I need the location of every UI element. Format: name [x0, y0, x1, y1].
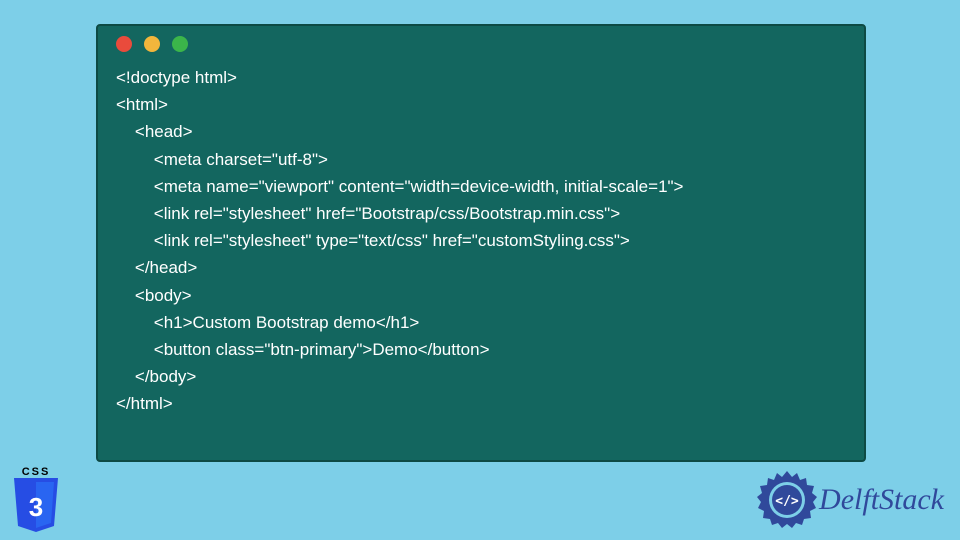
css3-label: CSS	[10, 466, 62, 478]
maximize-icon	[172, 36, 188, 52]
gear-icon: </>	[757, 470, 817, 530]
minimize-icon	[144, 36, 160, 52]
traffic-lights	[98, 36, 864, 64]
css3-logo: CSS 3	[10, 466, 62, 534]
code-window: <!doctype html> <html> <head> <meta char…	[96, 24, 866, 462]
delftstack-text: DelftStack	[819, 483, 944, 517]
css3-digit: 3	[29, 492, 43, 522]
delftstack-logo: </> DelftStack	[757, 470, 944, 530]
svg-text:</>: </>	[775, 494, 799, 509]
code-content: <!doctype html> <html> <head> <meta char…	[98, 64, 864, 417]
css3-shield-icon: 3	[11, 478, 61, 534]
close-icon	[116, 36, 132, 52]
